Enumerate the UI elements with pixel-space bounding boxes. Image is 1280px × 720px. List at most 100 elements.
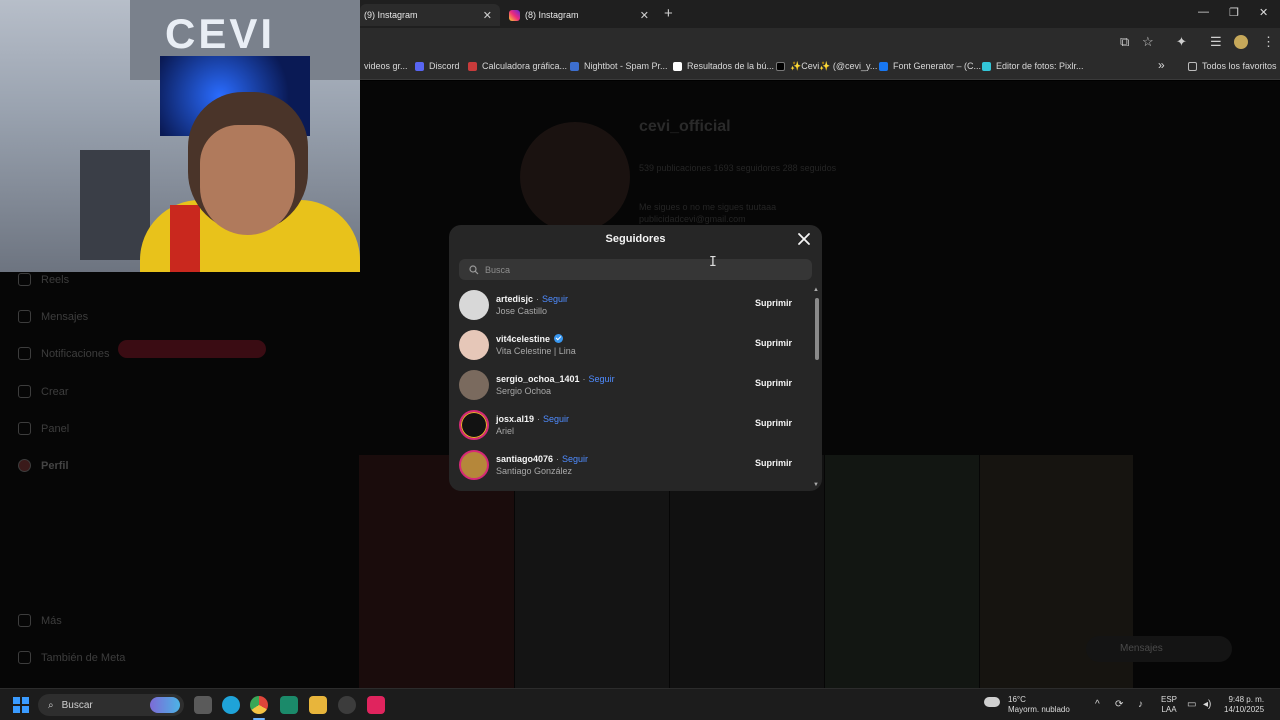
sidebar-item-meta[interactable]: También de Meta <box>18 651 125 664</box>
bookmark-item[interactable]: videos gr... <box>364 61 408 71</box>
sidebar-item-profile[interactable]: Perfil <box>18 459 69 472</box>
sidebar-item-dashboard[interactable]: Panel <box>18 422 69 435</box>
avatar[interactable] <box>459 290 489 320</box>
menu-icon[interactable]: ⋮ <box>1262 34 1275 50</box>
search-box[interactable] <box>459 259 812 280</box>
follower-username[interactable]: artedisjc · Seguir <box>496 294 568 304</box>
search-input[interactable] <box>485 264 805 275</box>
tab-label: (8) Instagram <box>525 10 579 20</box>
follower-username[interactable]: vit4celestine <box>496 334 564 344</box>
modal-title: Seguidores <box>605 233 666 245</box>
avatar[interactable] <box>459 370 489 400</box>
scroll-up-arrow-icon[interactable]: ▲ <box>813 287 819 293</box>
scroll-down-arrow-icon[interactable]: ▼ <box>813 482 819 488</box>
new-tab-button[interactable]: + <box>664 5 673 22</box>
remove-follower-button[interactable]: Suprimir <box>755 338 792 348</box>
sync-icon[interactable]: ⟳ <box>1115 699 1123 710</box>
bookmark-item[interactable]: Editor de fotos: Pixlr... <box>982 61 1084 71</box>
restore-icon[interactable]: ❐ <box>1229 6 1239 19</box>
avatar-story-ring[interactable] <box>459 410 489 440</box>
taskbar-search[interactable]: ⌕ Buscar <box>38 694 184 716</box>
close-tab-icon[interactable]: ✕ <box>483 9 492 22</box>
remove-follower-button[interactable]: Suprimir <box>755 458 792 468</box>
media-controls-icon[interactable]: ☰ <box>1210 34 1222 50</box>
meta-icon <box>18 651 31 664</box>
sidebar-item-create[interactable]: Crear <box>18 385 69 398</box>
follower-fullname: Ariel <box>496 426 515 436</box>
bookmarks-overflow-button[interactable]: » <box>1158 58 1165 72</box>
close-window-icon[interactable]: ✕ <box>1259 6 1268 19</box>
microphone-icon[interactable]: ♪ <box>1138 699 1143 710</box>
avatar[interactable] <box>459 330 489 360</box>
volume-icon[interactable]: ◂) <box>1203 699 1211 710</box>
scrollbar-thumb[interactable] <box>815 298 819 360</box>
app-icon[interactable] <box>280 696 298 714</box>
task-view-icon[interactable] <box>194 696 212 714</box>
close-icon[interactable] <box>796 231 812 247</box>
close-tab-icon[interactable]: ✕ <box>640 9 649 22</box>
bookmark-item[interactable]: Resultados de la bú... <box>673 61 774 71</box>
windows-start-icon[interactable] <box>13 697 29 713</box>
sidebar-item-messages[interactable]: Mensajes <box>18 310 88 323</box>
bookmark-item[interactable]: Font Generator – (C... <box>879 61 981 71</box>
remove-follower-button[interactable]: Suprimir <box>755 378 792 388</box>
remove-follower-button[interactable]: Suprimir <box>755 418 792 428</box>
all-favorites-button[interactable]: Todos los favoritos <box>1188 61 1277 71</box>
plus-icon <box>18 385 31 398</box>
language-indicator[interactable]: ESP LAA <box>1161 695 1177 715</box>
chevron-up-icon[interactable]: ^ <box>1095 699 1100 710</box>
bookmark-item[interactable]: Nightbot - Spam Pr... <box>570 61 668 71</box>
follow-link[interactable]: Seguir <box>542 294 568 304</box>
profile-email: publicidadcevi@gmail.com <box>639 214 746 224</box>
sidebar-item-more[interactable]: Más <box>18 614 62 627</box>
nightbot-icon <box>570 61 579 71</box>
bookmark-item[interactable]: ✨Cevi✨ (@cevi_y... <box>776 61 877 72</box>
messages-pill[interactable]: Mensajes <box>1086 636 1232 662</box>
follow-link[interactable]: Seguir <box>543 414 569 424</box>
app-icon[interactable] <box>367 696 385 714</box>
list-item: vit4celestine Vita Celestine | Lina Supr… <box>449 325 814 365</box>
remove-follower-button[interactable]: Suprimir <box>755 298 792 308</box>
sidebar-item-notifications[interactable]: Notificaciones <box>18 347 109 360</box>
follow-link[interactable]: Seguir <box>589 374 615 384</box>
file-explorer-icon[interactable] <box>309 696 327 714</box>
bookmark-star-icon[interactable]: ☆ <box>1142 34 1154 50</box>
sidebar-item-reels[interactable]: Reels <box>18 273 69 286</box>
weather-widget[interactable]: 16°C Mayorm. nublado <box>984 695 1070 715</box>
webcam-face <box>200 125 295 235</box>
network-icon[interactable]: ▭ <box>1187 699 1196 710</box>
profile-picture <box>520 122 630 232</box>
profile-avatar-icon[interactable] <box>1234 35 1248 49</box>
app-icon[interactable] <box>338 696 356 714</box>
search-icon: ⌕ <box>48 699 54 711</box>
tab-instagram-8[interactable]: (8) Instagram ✕ <box>505 4 657 26</box>
search-icon <box>469 264 479 274</box>
profile-bio: Me sigues o no me sigues tuutaaa <box>639 202 777 212</box>
post-thumbnail[interactable] <box>825 455 979 688</box>
extensions-icon[interactable]: ✦ <box>1176 34 1187 50</box>
follower-username[interactable]: santiago4076 · Seguir <box>496 454 588 464</box>
weather-desc: Mayorm. nublado <box>1008 705 1070 714</box>
list-item: artedisjc · Seguir Jose Castillo Suprimir <box>449 285 814 325</box>
follower-username[interactable]: sergio_ochoa_1401 · Seguir <box>496 374 615 384</box>
search-results-icon <box>673 61 682 71</box>
follower-username[interactable]: josx.al19 · Seguir <box>496 414 569 424</box>
clock[interactable]: 9:48 p. m. 14/10/2025 <box>1224 695 1264 715</box>
chrome-icon[interactable] <box>250 696 268 714</box>
minimize-icon[interactable]: — <box>1198 6 1209 18</box>
bookmark-item[interactable]: Discord <box>415 61 460 71</box>
avatar-story-ring[interactable] <box>459 450 489 480</box>
install-app-icon[interactable]: ⧉ <box>1120 34 1129 50</box>
calculator-icon <box>468 61 477 71</box>
tab-instagram-9[interactable]: (9) Instagram ✕ <box>360 4 500 26</box>
webcam-shelf <box>80 150 150 260</box>
bookmark-item[interactable]: Calculadora gráfica... <box>468 61 567 71</box>
edge-icon[interactable] <box>222 696 240 714</box>
webcam-logo: CEVI <box>165 10 276 57</box>
search-highlight-icon <box>150 697 180 713</box>
text-cursor-icon: I <box>709 255 717 270</box>
verified-badge-icon <box>554 334 564 343</box>
dashboard-icon <box>18 422 31 435</box>
follow-link[interactable]: Seguir <box>562 454 588 464</box>
profile-username: cevi_official <box>639 118 731 135</box>
